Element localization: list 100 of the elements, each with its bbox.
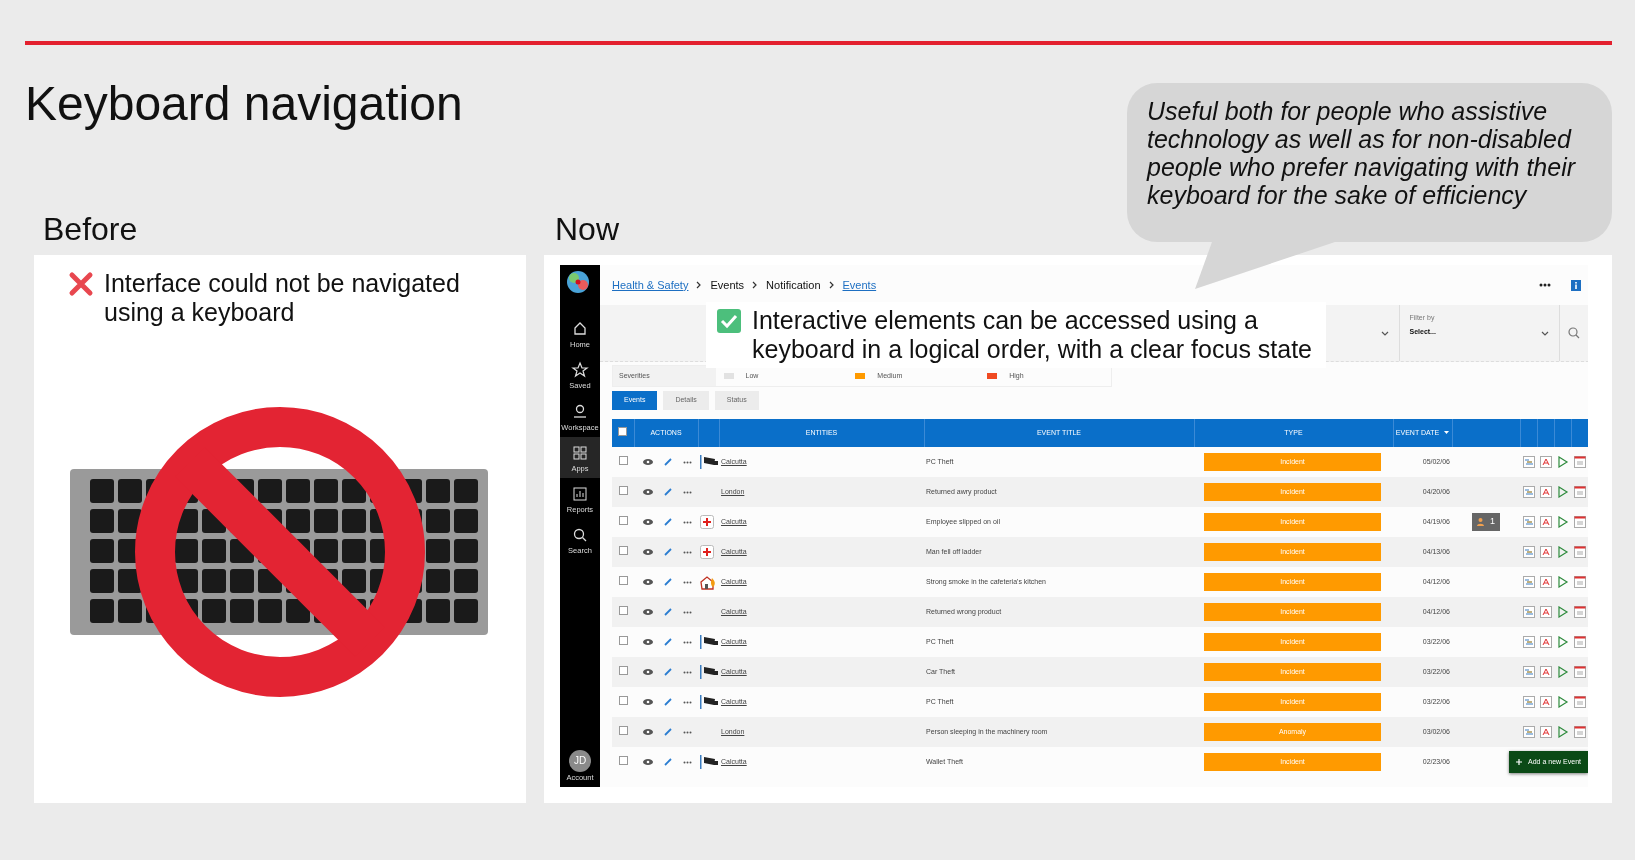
calendar-icon[interactable] <box>1573 576 1586 588</box>
pdf-icon[interactable] <box>1539 576 1552 588</box>
first-aid-icon <box>700 515 714 529</box>
row-checkbox[interactable] <box>618 515 628 525</box>
eye-icon[interactable] <box>643 609 653 615</box>
sort-caret-icon <box>1444 431 1450 435</box>
calendar-icon[interactable] <box>1573 696 1586 708</box>
dropdown-caret-icon[interactable] <box>1380 330 1389 336</box>
calendar-icon[interactable] <box>1573 636 1586 648</box>
pencil-icon[interactable] <box>664 458 672 466</box>
calendar-icon[interactable] <box>1573 486 1586 498</box>
play-icon[interactable] <box>1556 666 1569 678</box>
play-icon[interactable] <box>1556 546 1569 558</box>
play-icon[interactable] <box>1556 456 1569 468</box>
eye-icon[interactable] <box>643 639 653 645</box>
more-icon[interactable] <box>683 700 692 704</box>
eye-icon[interactable] <box>643 579 653 585</box>
play-icon[interactable] <box>1556 486 1569 498</box>
play-icon[interactable] <box>1556 576 1569 588</box>
note-text: Interface could not be navigated using a keyboard <box>104 269 461 327</box>
row-checkbox[interactable] <box>618 485 628 495</box>
breadcrumb-link[interactable]: Health & Safety <box>612 276 689 294</box>
row-checkbox[interactable] <box>618 755 628 765</box>
more-icon[interactable] <box>683 610 692 614</box>
eye-icon[interactable] <box>643 729 653 735</box>
row-checkbox[interactable] <box>618 455 628 465</box>
more-icon[interactable] <box>683 670 692 674</box>
calendar-icon[interactable] <box>1573 606 1586 618</box>
section-heading: Before <box>42 210 139 249</box>
pdf-icon[interactable] <box>1539 696 1552 708</box>
info-icon[interactable] <box>1570 279 1581 291</box>
eye-icon[interactable] <box>643 519 653 525</box>
chevron-icon <box>696 281 703 289</box>
calendar-icon[interactable] <box>1573 666 1586 678</box>
row-checkbox[interactable] <box>618 545 628 555</box>
slide-title: Keyboard navigation <box>25 76 463 132</box>
chart-file-icon[interactable] <box>1522 456 1535 468</box>
pencil-icon[interactable] <box>664 698 672 706</box>
more-icon[interactable] <box>683 550 692 554</box>
pdf-icon[interactable] <box>1539 456 1552 468</box>
more-icon[interactable] <box>683 730 692 734</box>
more-icon[interactable] <box>683 760 692 764</box>
search-icon[interactable] <box>1568 327 1580 339</box>
more-icon[interactable] <box>1538 283 1551 287</box>
more-icon[interactable] <box>683 490 692 494</box>
pdf-icon[interactable] <box>1539 606 1552 618</box>
more-icon[interactable] <box>683 460 692 464</box>
pencil-icon[interactable] <box>664 668 672 676</box>
pencil-icon[interactable] <box>664 608 672 616</box>
more-icon[interactable] <box>683 520 692 524</box>
chart-file-icon[interactable] <box>1522 636 1535 648</box>
calendar-icon[interactable] <box>1573 546 1586 558</box>
chart-file-icon[interactable] <box>1522 576 1535 588</box>
dropdown-caret-icon <box>1540 331 1549 336</box>
row-checkbox[interactable] <box>618 725 628 735</box>
eye-icon[interactable] <box>643 549 653 555</box>
section-heading: Now <box>555 210 619 249</box>
chart-file-icon[interactable] <box>1522 546 1535 558</box>
pencil-icon[interactable] <box>664 758 672 766</box>
chart-file-icon[interactable] <box>1522 666 1535 678</box>
chart-file-icon[interactable] <box>1522 696 1535 708</box>
play-icon[interactable] <box>1556 726 1569 738</box>
play-icon[interactable] <box>1556 516 1569 528</box>
pencil-icon[interactable] <box>664 488 672 496</box>
select-all-checkbox[interactable] <box>618 426 628 436</box>
pdf-icon[interactable] <box>1539 486 1552 498</box>
pdf-icon[interactable] <box>1539 516 1552 528</box>
row-checkbox[interactable] <box>618 665 628 675</box>
pdf-icon[interactable] <box>1539 726 1552 738</box>
play-icon[interactable] <box>1556 606 1569 618</box>
pdf-icon[interactable] <box>1539 666 1552 678</box>
calendar-icon[interactable] <box>1573 456 1586 468</box>
pencil-icon[interactable] <box>664 548 672 556</box>
chart-file-icon[interactable] <box>1522 726 1535 738</box>
eye-icon[interactable] <box>643 759 653 765</box>
eye-icon[interactable] <box>643 459 653 465</box>
eye-icon[interactable] <box>643 669 653 675</box>
pencil-icon[interactable] <box>664 728 672 736</box>
chart-file-icon[interactable] <box>1522 516 1535 528</box>
pdf-icon[interactable] <box>1539 546 1552 558</box>
row-checkbox[interactable] <box>618 575 628 585</box>
pencil-icon[interactable] <box>664 578 672 586</box>
pdf-icon[interactable] <box>1539 636 1552 648</box>
row-checkbox[interactable] <box>618 635 628 645</box>
more-icon[interactable] <box>683 580 692 584</box>
eye-icon[interactable] <box>643 489 653 495</box>
calendar-icon[interactable] <box>1573 726 1586 738</box>
prohibition-sign-icon <box>135 407 425 697</box>
row-checkbox[interactable] <box>618 695 628 705</box>
pencil-icon[interactable] <box>664 518 672 526</box>
calendar-icon[interactable] <box>1573 516 1586 528</box>
chart-file-icon[interactable] <box>1522 606 1535 618</box>
more-icon[interactable] <box>683 640 692 644</box>
eye-icon[interactable] <box>643 699 653 705</box>
play-icon[interactable] <box>1556 636 1569 648</box>
pencil-icon[interactable] <box>664 638 672 646</box>
chart-file-icon[interactable] <box>1522 486 1535 498</box>
play-icon[interactable] <box>1556 696 1569 708</box>
breadcrumb-link[interactable]: Events <box>842 276 877 294</box>
row-checkbox[interactable] <box>618 605 628 615</box>
